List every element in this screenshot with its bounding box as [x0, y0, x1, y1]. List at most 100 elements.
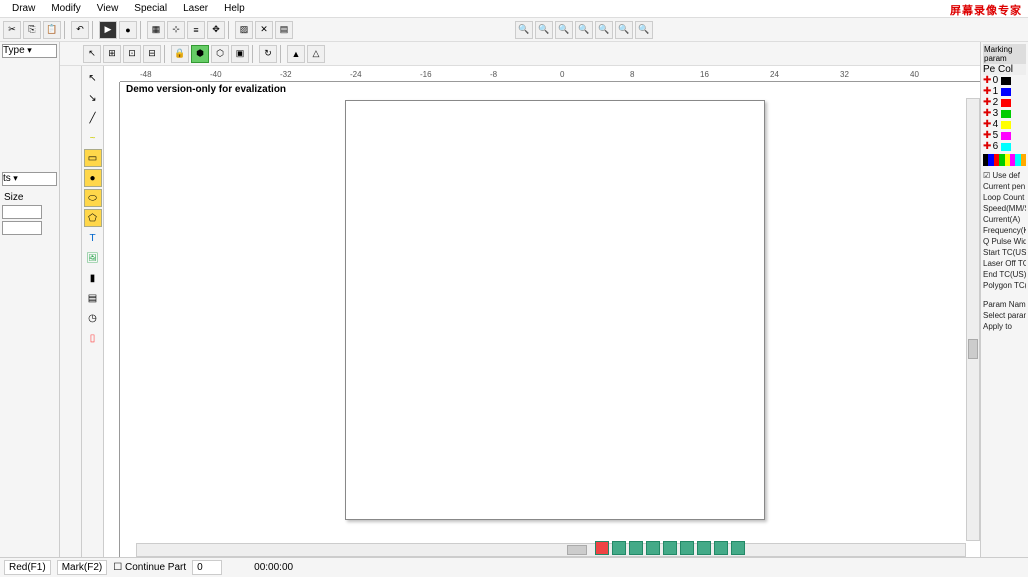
scissors-icon[interactable]: ✂ [3, 21, 21, 39]
node-tool[interactable]: ↘ [84, 89, 102, 107]
demo-version-text: Demo version-only for evalization [126, 84, 286, 95]
ungroup-icon[interactable]: ⬡ [211, 45, 229, 63]
menu-help[interactable]: Help [216, 1, 253, 16]
scrollbar-v-thumb[interactable] [968, 339, 978, 359]
ruler-tick: -16 [420, 70, 432, 79]
tool-palette [60, 42, 82, 557]
image-tool[interactable]: 🖼 [84, 249, 102, 267]
hatch-icon[interactable]: ▨ [235, 21, 253, 39]
s-tray-icon[interactable] [595, 541, 609, 555]
menu-laser[interactable]: Laser [175, 1, 216, 16]
param-lower-line[interactable]: Param Name [983, 299, 1026, 310]
speaker-tray-icon[interactable] [629, 541, 643, 555]
palette-swatch[interactable] [1021, 154, 1026, 166]
zoom-fit-icon[interactable]: 🔍 [555, 21, 573, 39]
ruler-tick: 0 [560, 70, 564, 79]
snap-icon[interactable]: ⊹ [167, 21, 185, 39]
pen-row[interactable]: ✚2 [983, 97, 1026, 108]
system-tray-icons [595, 541, 745, 555]
ts-combo[interactable]: ts ▾ [2, 172, 57, 186]
curve-tool[interactable]: ~ [84, 129, 102, 147]
zoom-window-icon[interactable]: 🔍 [575, 21, 593, 39]
menu-view[interactable]: View [89, 1, 127, 16]
param-lower-line[interactable]: Select param [983, 310, 1026, 321]
tool1-tray-icon[interactable] [697, 541, 711, 555]
type-label: Type [3, 45, 25, 56]
move-icon[interactable]: ✥ [207, 21, 225, 39]
param-line: Loop Count [983, 192, 1026, 203]
param-lower-line[interactable]: Apply to [983, 321, 1026, 332]
text-tool[interactable]: T [84, 229, 102, 247]
rotate-icon[interactable]: ↻ [259, 45, 277, 63]
color-palette-row [983, 154, 1026, 166]
select-tool[interactable]: ↖ [84, 69, 102, 87]
measure-icon[interactable]: ✕ [255, 21, 273, 39]
array-icon[interactable]: ⊟ [143, 45, 161, 63]
zoom-prev-icon[interactable]: 🔍 [615, 21, 633, 39]
drawing-area[interactable]: Demo version-only for evalization [120, 82, 980, 557]
panel-title: Marking param [983, 44, 1026, 64]
circle-tool[interactable]: ● [84, 169, 102, 187]
zoom-in-icon[interactable]: 🔍 [515, 21, 533, 39]
record-icon[interactable]: ● [119, 21, 137, 39]
continue-checkbox-label[interactable]: ☐ Continue Part [113, 562, 186, 573]
people-tray-icon[interactable] [663, 541, 677, 555]
tool2-tray-icon[interactable] [714, 541, 728, 555]
ellipse-tool[interactable]: ⬭ [84, 189, 102, 207]
mirror-h-icon[interactable]: ▲ [287, 45, 305, 63]
zoom-all-icon[interactable]: 🔍 [635, 21, 653, 39]
scrollbar-horizontal[interactable] [136, 543, 966, 557]
red-button[interactable]: Red(F1) [4, 560, 51, 575]
align-icon[interactable]: ≡ [187, 21, 205, 39]
paste-icon[interactable]: 📋 [43, 21, 61, 39]
pen-row[interactable]: ✚5 [983, 130, 1026, 141]
ruler-tick: -8 [490, 70, 497, 79]
grid-icon[interactable]: ▦ [147, 21, 165, 39]
size-input-2[interactable] [2, 221, 42, 235]
size-input-1[interactable] [2, 205, 42, 219]
grid-snap-icon[interactable]: ⊞ [103, 45, 121, 63]
menu-special[interactable]: Special [126, 1, 175, 16]
play-icon[interactable]: ▶ [99, 21, 117, 39]
pen-row[interactable]: ✚0 [983, 75, 1026, 86]
mark-button[interactable]: Mark(F2) [57, 560, 108, 575]
rect-tool[interactable]: ▭ [84, 149, 102, 167]
param-line: Laser Off TC [983, 258, 1026, 269]
time-display: 00:00:00 [254, 562, 293, 573]
lock-icon[interactable]: 🔒 [171, 45, 189, 63]
tool3-tray-icon[interactable] [731, 541, 745, 555]
line-tool[interactable]: ╱ [84, 109, 102, 127]
copy-icon[interactable]: ⎘ [23, 21, 41, 39]
scrollbar-vertical[interactable] [966, 98, 980, 541]
drawing-tools: ↖ ↘ ╱ ~ ▭ ● ⬭ ⬠ T 🖼 ▮ ▤ ◷ ▯ [82, 66, 104, 557]
clock-tray-icon[interactable] [646, 541, 660, 555]
group-highlight-icon[interactable]: ⬢ [191, 45, 209, 63]
ruler-tick: 16 [700, 70, 709, 79]
mirror-v-icon[interactable]: △ [307, 45, 325, 63]
hatch-tool[interactable]: ▤ [84, 289, 102, 307]
scrollbar-h-thumb[interactable] [567, 545, 587, 555]
menu-modify[interactable]: Modify [43, 1, 88, 16]
cn-tray-icon[interactable] [612, 541, 626, 555]
pen-row[interactable]: ✚6 [983, 141, 1026, 152]
undo-icon[interactable]: ↶ [71, 21, 89, 39]
timer-tool[interactable]: ◷ [84, 309, 102, 327]
pointer-toggle-icon[interactable]: ↖ [83, 45, 101, 63]
type-combo[interactable]: Type ▾ [2, 44, 57, 58]
zoom-actual-icon[interactable]: 🔍 [595, 21, 613, 39]
layer-icon[interactable]: ▣ [231, 45, 249, 63]
barcode-tool[interactable]: ▮ [84, 269, 102, 287]
monitor-tray-icon[interactable] [680, 541, 694, 555]
led-tool[interactable]: ▯ [84, 329, 102, 347]
menu-draw[interactable]: Draw [4, 1, 43, 16]
table-icon[interactable]: ▤ [275, 21, 293, 39]
zoom-out-icon[interactable]: 🔍 [535, 21, 553, 39]
polygon-tool[interactable]: ⬠ [84, 209, 102, 227]
pen-row[interactable]: ✚1 [983, 86, 1026, 97]
param-line: Frequency(K) [983, 225, 1026, 236]
pen-row[interactable]: ✚3 [983, 108, 1026, 119]
pen-row[interactable]: ✚4 [983, 119, 1026, 130]
ruler-tick: -40 [210, 70, 222, 79]
ortho-icon[interactable]: ⊡ [123, 45, 141, 63]
param-line: End TC(US) [983, 269, 1026, 280]
